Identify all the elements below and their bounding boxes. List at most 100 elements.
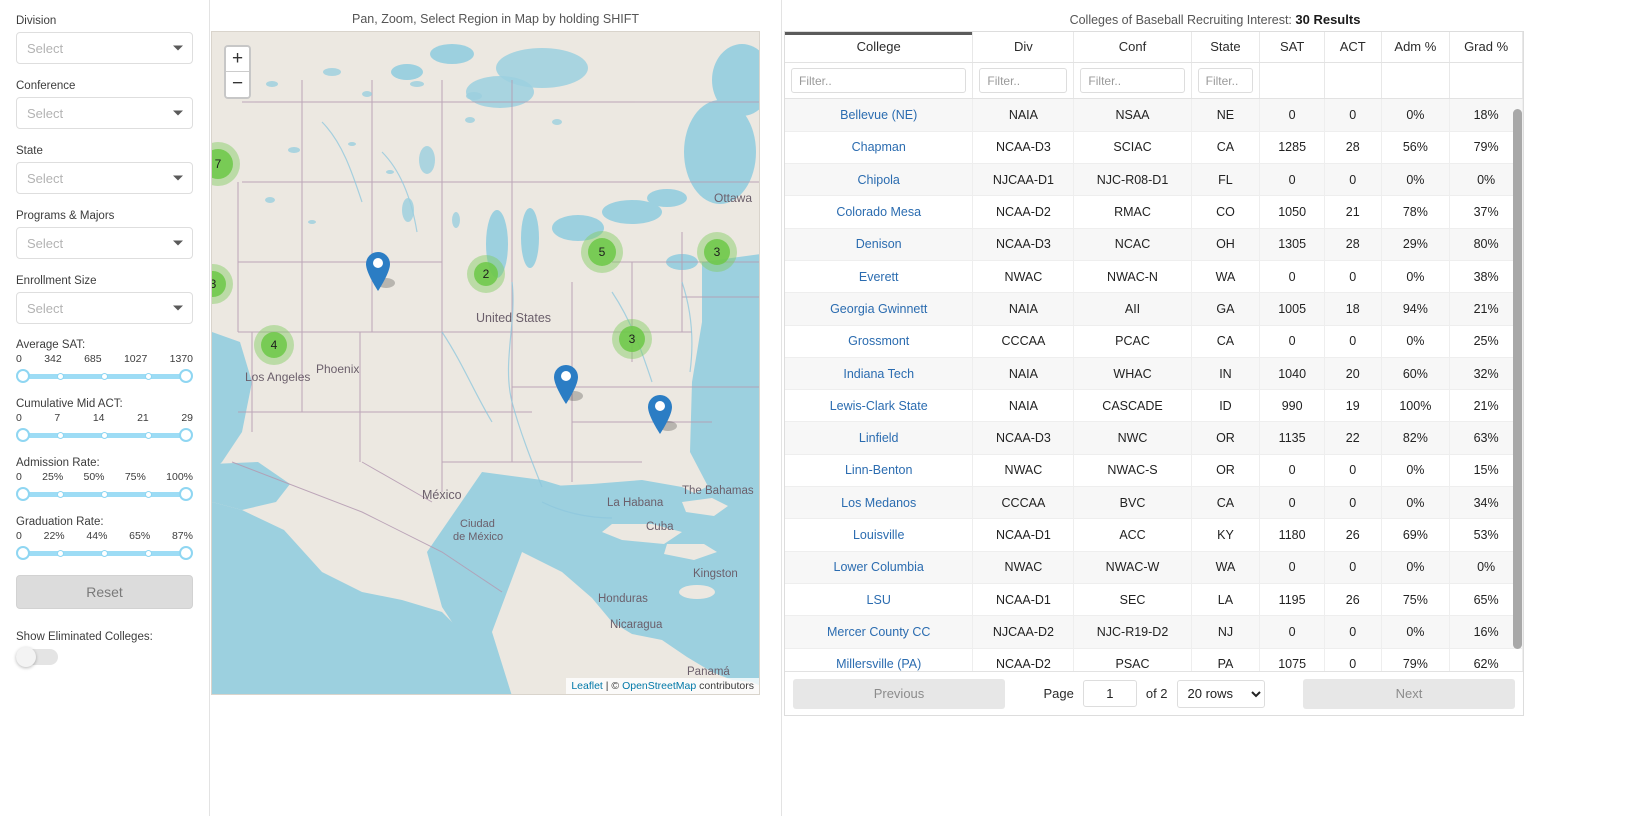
scrollbar-thumb[interactable] xyxy=(1513,109,1522,649)
zoom-in-button[interactable]: + xyxy=(226,47,249,72)
map-tiles xyxy=(212,32,759,694)
table-row[interactable]: LSU NCAA-D1 SEC LA 1195 26 75% 65% xyxy=(785,583,1523,617)
table-row[interactable]: Bellevue (NE) NAIA NSAA NE 0 0 0% 18% xyxy=(785,99,1523,132)
slider-tick-dot xyxy=(100,373,108,380)
college-link[interactable]: Linfield xyxy=(859,431,899,445)
college-link[interactable]: Bellevue (NE) xyxy=(840,108,917,122)
cell-conf: PSAC xyxy=(1073,648,1192,671)
table-row[interactable]: Chipola NJCAA-D1 NJC-R08-D1 FL 0 0 0% 0% xyxy=(785,163,1523,197)
map-cluster-marker[interactable]: 3 xyxy=(697,232,737,272)
college-link[interactable]: Grossmont xyxy=(848,334,909,348)
table-row[interactable]: Louisville NCAA-D1 ACC KY 1180 26 69% 53% xyxy=(785,518,1523,552)
cell-sat: 1195 xyxy=(1259,583,1325,617)
college-link[interactable]: LSU xyxy=(867,593,891,607)
zoom-out-button[interactable]: − xyxy=(226,72,249,97)
college-link[interactable]: Lewis-Clark State xyxy=(830,399,928,413)
table-row[interactable]: Colorado Mesa NCAA-D2 RMAC CO 1050 21 78% 37% xyxy=(785,195,1523,229)
show-eliminated-toggle[interactable] xyxy=(16,647,58,667)
slider-handle-min[interactable] xyxy=(16,487,30,501)
column-header-state[interactable]: State xyxy=(1191,32,1261,63)
slider-tick-dot xyxy=(56,491,64,498)
select-1[interactable]: Select xyxy=(16,97,193,129)
table-scroll-body[interactable]: Bellevue (NE) NAIA NSAA NE 0 0 0% 18% Chapman NCA… xyxy=(785,99,1523,671)
table-row[interactable]: Lower Columbia NWAC NWAC-W WA 0 0 0% 0% xyxy=(785,551,1523,584)
select-2[interactable]: Select xyxy=(16,162,193,194)
cell-act: 22 xyxy=(1324,421,1382,455)
slider-track[interactable] xyxy=(16,545,193,561)
map-attribution: Leaflet | © OpenStreetMap contributors xyxy=(566,678,759,694)
column-header-conf[interactable]: Conf xyxy=(1073,32,1192,63)
table-row[interactable]: Indiana Tech NAIA WHAC IN 1040 20 60% 32% xyxy=(785,357,1523,391)
college-link[interactable]: Chapman xyxy=(852,140,906,154)
filter-input-state[interactable] xyxy=(1197,68,1254,93)
table-row[interactable]: Georgia Gwinnett NAIA AII GA 1005 18 94% 21% xyxy=(785,292,1523,326)
college-link[interactable]: Los Medanos xyxy=(841,496,916,510)
table-row[interactable]: Lewis-Clark State NAIA CASCADE ID 990 19 100% 2… xyxy=(785,389,1523,423)
leaflet-link[interactable]: Leaflet xyxy=(571,680,603,692)
college-link[interactable]: Indiana Tech xyxy=(843,367,914,381)
college-link[interactable]: Georgia Gwinnett xyxy=(830,302,927,316)
table-row[interactable]: Linn-Benton NWAC NWAC-S OR 0 0 0% 15% xyxy=(785,454,1523,488)
college-link[interactable]: Chipola xyxy=(858,173,900,187)
cell-adm: 0% xyxy=(1381,99,1451,132)
select-3[interactable]: Select xyxy=(16,227,193,259)
slider-handle-max[interactable] xyxy=(179,546,193,560)
table-row[interactable]: Denison NCAA-D3 NCAC OH 1305 28 29% 80% xyxy=(785,228,1523,261)
college-link[interactable]: Colorado Mesa xyxy=(836,205,921,219)
slider-tick-dot xyxy=(100,550,108,557)
leaflet-map[interactable]: + − Ottawa United States Phoenix Los Angele… xyxy=(211,31,760,695)
table-row[interactable]: Millersville (PA) NCAA-D2 PSAC PA 1075 0 79% 62… xyxy=(785,648,1523,671)
column-header-grad[interactable]: Grad % xyxy=(1449,32,1523,63)
slider-handle-min[interactable] xyxy=(16,369,30,383)
cell-sat: 1075 xyxy=(1259,648,1325,671)
column-header-div[interactable]: Div xyxy=(972,32,1075,63)
select-0[interactable]: Select xyxy=(16,32,193,64)
map-cluster-marker[interactable]: 4 xyxy=(254,325,294,365)
previous-page-button[interactable]: Previous xyxy=(793,678,1005,709)
slider-handle-max[interactable] xyxy=(179,428,193,442)
openstreetmap-link[interactable]: OpenStreetMap xyxy=(622,680,696,692)
column-header-adm[interactable]: Adm % xyxy=(1381,32,1451,63)
page-number-input[interactable] xyxy=(1082,680,1137,707)
slider-track[interactable] xyxy=(16,486,193,502)
next-page-button[interactable]: Next xyxy=(1303,678,1515,709)
college-link[interactable]: Linn-Benton xyxy=(845,463,912,477)
table-row[interactable]: Everett NWAC NWAC-N WA 0 0 0% 38% xyxy=(785,260,1523,294)
college-link[interactable]: Millersville (PA) xyxy=(836,657,921,671)
table-row[interactable]: Grossmont CCCAA PCAC CA 0 0 0% 25% xyxy=(785,325,1523,358)
column-header-college[interactable]: College xyxy=(785,32,974,63)
college-link[interactable]: Lower Columbia xyxy=(834,560,924,574)
slider-track[interactable] xyxy=(16,427,193,443)
reset-button[interactable]: Reset xyxy=(16,575,193,609)
map-hint: Pan, Zoom, Select Region in Map by holdi… xyxy=(352,12,639,26)
college-link[interactable]: Everett xyxy=(859,270,899,284)
table-row[interactable]: Mercer County CC NJCAA-D2 NJC-R19-D2 NJ 0 0 0%… xyxy=(785,615,1523,649)
table-row[interactable]: Los Medanos CCCAA BVC CA 0 0 0% 34% xyxy=(785,486,1523,520)
map-cluster-marker[interactable]: 3 xyxy=(612,319,652,359)
table-row[interactable]: Linfield NCAA-D3 NWC OR 1135 22 82% 63% xyxy=(785,421,1523,455)
college-link[interactable]: Denison xyxy=(856,237,902,251)
toggle-thumb xyxy=(16,647,36,667)
table-vertical-scrollbar[interactable] xyxy=(1513,109,1522,704)
slider-handle-min[interactable] xyxy=(16,428,30,442)
map-cluster-marker[interactable]: 5 xyxy=(581,231,623,273)
column-header-sat[interactable]: SAT xyxy=(1259,32,1325,63)
map-cluster-marker[interactable]: 2 xyxy=(467,255,505,293)
college-link[interactable]: Louisville xyxy=(853,528,904,542)
slider-handle-min[interactable] xyxy=(16,546,30,560)
slider-handle-max[interactable] xyxy=(179,369,193,383)
filter-input-conf[interactable] xyxy=(1080,68,1185,93)
select-4[interactable]: Select xyxy=(16,292,193,324)
map-zoom-controls[interactable]: + − xyxy=(224,45,251,99)
column-header-act[interactable]: ACT xyxy=(1324,32,1382,63)
slider-tick: 1370 xyxy=(169,353,193,365)
filter-input-college[interactable] xyxy=(791,68,967,93)
rows-per-page-select[interactable]: 20 rows50 rows100 rows xyxy=(1176,679,1265,708)
slider-track[interactable] xyxy=(16,368,193,384)
filter-cell-div xyxy=(972,62,1075,99)
filter-input-div[interactable] xyxy=(979,68,1068,93)
cell-sat: 0 xyxy=(1259,551,1325,584)
slider-handle-max[interactable] xyxy=(179,487,193,501)
college-link[interactable]: Mercer County CC xyxy=(827,625,931,639)
table-row[interactable]: Chapman NCAA-D3 SCIAC CA 1285 28 56% 79% xyxy=(785,131,1523,165)
